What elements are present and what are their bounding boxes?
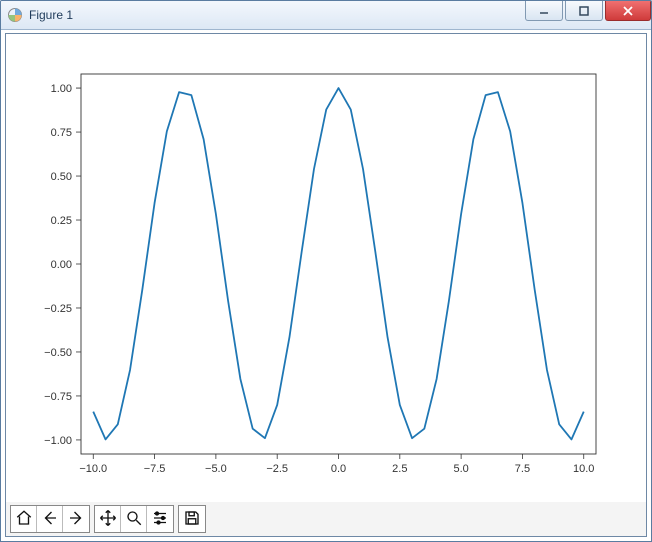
x-tick-label: 5.0 — [453, 463, 468, 475]
navigation-toolbar — [6, 502, 646, 536]
close-button[interactable] — [605, 1, 651, 21]
y-tick-label: 0.50 — [51, 171, 72, 183]
x-tick-label: −2.5 — [266, 463, 288, 475]
x-tick-label: 7.5 — [515, 463, 530, 475]
y-tick-label: −0.25 — [44, 303, 72, 315]
home-icon — [15, 509, 33, 530]
y-tick-label: 0.75 — [51, 127, 72, 139]
y-tick-label: −0.50 — [44, 347, 72, 359]
client-area: −10.0 −7.5 −5.0 −2.5 0.0 2.5 5.0 7.5 10.0 −1.00 −0… — [5, 33, 647, 537]
arrow-right-icon — [67, 509, 85, 530]
figure-window: Figure 1 −10.0 −7.5 −5.0 −2.5 0.0 2.5 5.0 7.5 10… — [0, 0, 652, 542]
save-button[interactable] — [179, 506, 205, 532]
save-icon — [183, 509, 201, 530]
x-tick-label: −10.0 — [79, 463, 107, 475]
y-tick-label: −1.00 — [44, 435, 72, 447]
axes-frame — [81, 74, 596, 454]
window-controls — [525, 1, 651, 21]
app-icon — [7, 7, 23, 23]
y-tick-label: −0.75 — [44, 391, 72, 403]
move-icon — [99, 509, 117, 530]
configure-subplots-button[interactable] — [147, 506, 173, 532]
home-button[interactable] — [11, 506, 37, 532]
window-title: Figure 1 — [29, 8, 73, 22]
y-tick-label: 0.25 — [51, 215, 72, 227]
x-tick-label: −5.0 — [205, 463, 227, 475]
x-tick-label: 0.0 — [331, 463, 346, 475]
y-tick-label: 0.00 — [51, 259, 72, 271]
chart-svg: −10.0 −7.5 −5.0 −2.5 0.0 2.5 5.0 7.5 10.0 −1.00 −0… — [6, 34, 646, 500]
titlebar[interactable]: Figure 1 — [1, 1, 651, 30]
y-tick-label: 1.00 — [51, 83, 72, 95]
x-tick-label: 2.5 — [392, 463, 407, 475]
pan-button[interactable] — [95, 506, 121, 532]
minimize-button[interactable] — [525, 1, 563, 21]
sliders-icon — [151, 509, 169, 530]
x-tick-label: −7.5 — [144, 463, 166, 475]
arrow-left-icon — [41, 509, 59, 530]
plot-area[interactable]: −10.0 −7.5 −5.0 −2.5 0.0 2.5 5.0 7.5 10.0 −1.00 −0… — [6, 34, 646, 500]
x-tick-label: 10.0 — [573, 463, 594, 475]
zoom-button[interactable] — [121, 506, 147, 532]
zoom-icon — [125, 509, 143, 530]
forward-button[interactable] — [63, 506, 89, 532]
back-button[interactable] — [37, 506, 63, 532]
line-series — [93, 88, 583, 439]
maximize-button[interactable] — [565, 1, 603, 21]
